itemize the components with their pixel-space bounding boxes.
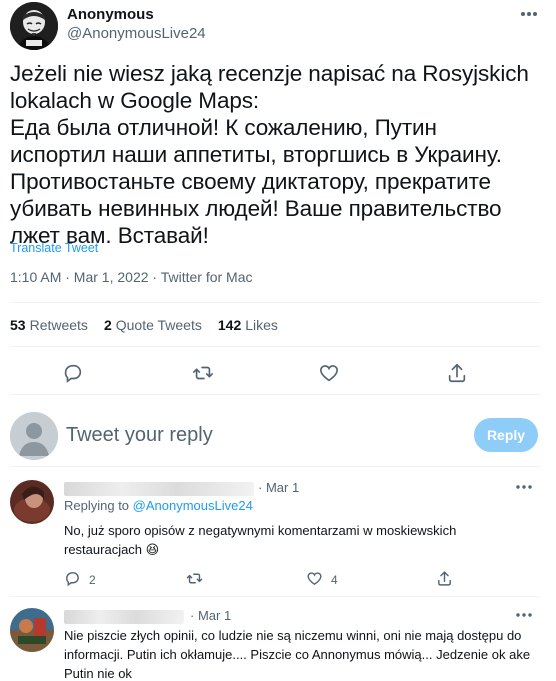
tweet-stats: 53 Retweets 2 Quote Tweets 142 Likes [10, 317, 278, 333]
retweet-icon[interactable] [190, 360, 216, 386]
reply-avatar[interactable] [10, 480, 54, 524]
reply-icon[interactable] [60, 360, 86, 386]
reply-actions: 2 4 [64, 570, 494, 590]
reply-tweet[interactable]: · Mar 1 Replying to @AnonymousLive24 No,… [10, 480, 540, 592]
tweet-header: Anonymous @AnonymousLive24 [10, 2, 546, 52]
like-count: 4 [331, 573, 338, 587]
more-icon[interactable] [514, 478, 534, 496]
reply-retweet-action[interactable] [186, 570, 211, 590]
author-name[interactable]: Anonymous [67, 6, 154, 23]
author-avatar[interactable] [10, 2, 58, 50]
reply-count: 2 [89, 573, 96, 587]
reply-author-name-blurred [64, 610, 184, 624]
heart-icon[interactable] [316, 360, 342, 386]
tweet-text: Jeżeli nie wiesz jaką recenzje napisać n… [10, 61, 529, 248]
divider [10, 346, 540, 347]
retweets-stat[interactable]: 53 Retweets [10, 317, 88, 333]
reply-date[interactable]: · Mar 1 [190, 608, 231, 623]
share-icon[interactable] [436, 570, 453, 590]
divider [10, 394, 540, 395]
reply-author-name-blurred [64, 482, 254, 496]
translate-tweet-link[interactable]: Translate Tweet [10, 241, 98, 255]
compose-reply: Tweet your reply Reply [10, 406, 540, 462]
reply-input[interactable]: Tweet your reply [66, 424, 213, 447]
reply-reply-action[interactable]: 2 [64, 570, 96, 590]
reply-button[interactable]: Reply [474, 418, 538, 452]
tweet-timestamp[interactable]: 1:10 AM · Mar 1, 2022 · Twitter for Mac [10, 269, 253, 285]
retweet-icon[interactable] [186, 570, 203, 590]
reply-text: No, już sporo opisów z negatywnymi komen… [64, 523, 457, 557]
replying-to: Replying to @AnonymousLive24 [64, 498, 253, 513]
quote-tweets-stat[interactable]: 2 Quote Tweets [104, 317, 202, 333]
replying-to-handle[interactable]: @AnonymousLive24 [133, 498, 253, 513]
divider [10, 302, 540, 303]
more-icon[interactable] [518, 4, 540, 24]
user-avatar[interactable] [10, 412, 58, 460]
divider [10, 596, 540, 597]
reply-tweet[interactable]: · Mar 1 Nie piszcie złych opinii, co lud… [10, 608, 540, 681]
reply-text: Nie piszcie złych opinii, co ludzie nie … [64, 628, 531, 681]
reply-avatar[interactable] [10, 608, 54, 652]
reply-share-action[interactable] [436, 570, 453, 590]
author-handle[interactable]: @AnonymousLive24 [67, 25, 206, 42]
tweet-actions [10, 356, 540, 388]
more-icon[interactable] [514, 606, 534, 624]
reply-like-action[interactable]: 4 [306, 570, 338, 590]
share-icon[interactable] [444, 360, 470, 386]
reply-date[interactable]: · Mar 1 [258, 480, 299, 495]
reply-icon[interactable] [64, 570, 81, 590]
heart-icon[interactable] [306, 570, 323, 590]
divider [10, 466, 540, 467]
likes-stat[interactable]: 142 Likes [218, 317, 278, 333]
